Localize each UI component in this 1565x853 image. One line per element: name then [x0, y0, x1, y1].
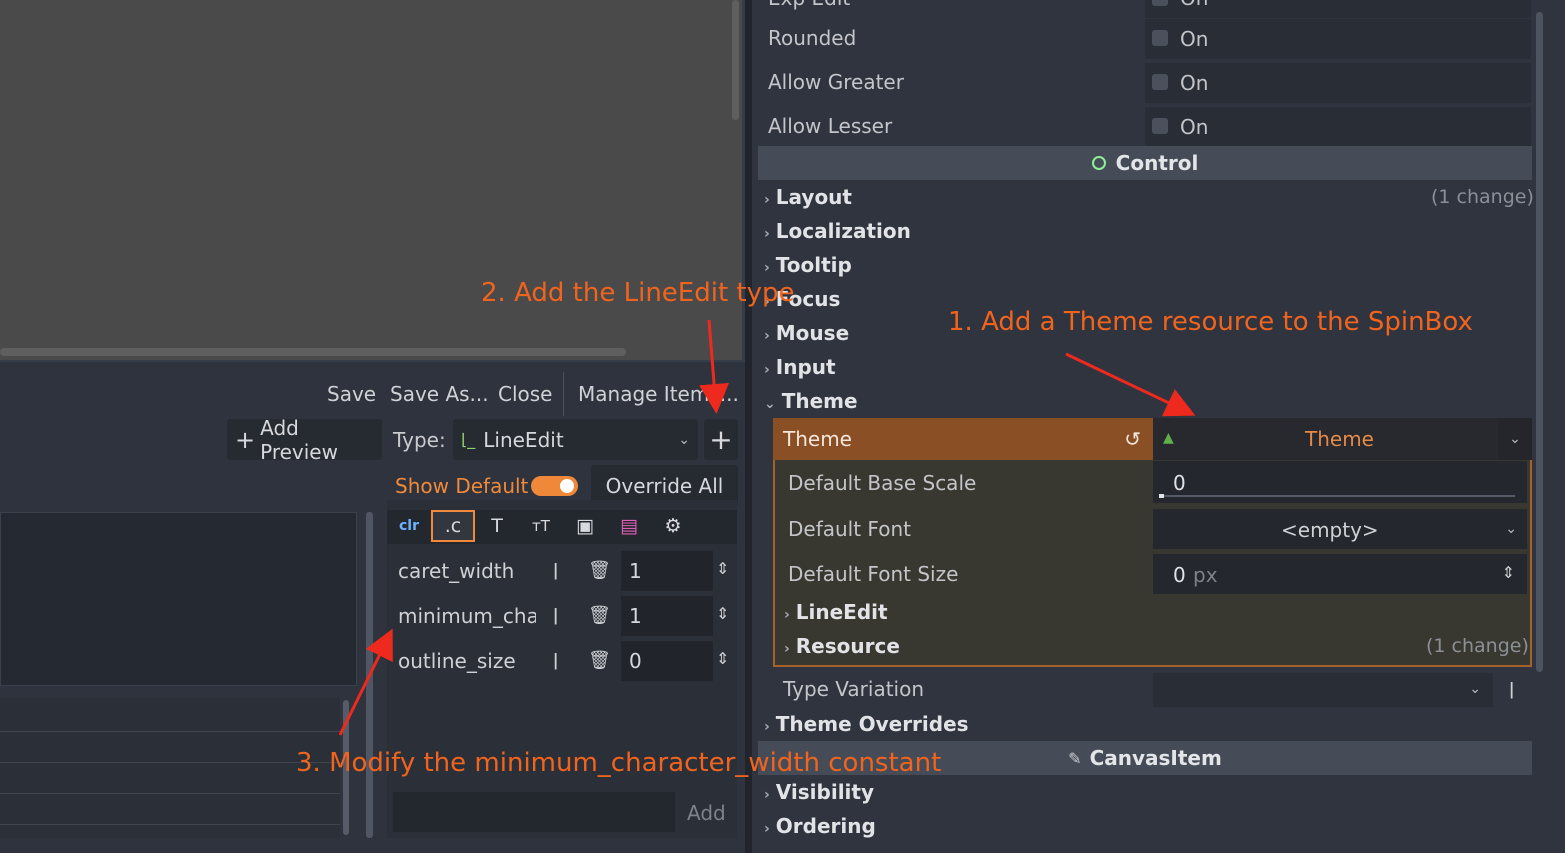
arrow-step3: [338, 628, 393, 736]
arrow-step2: [699, 319, 730, 414]
annotation-arrows: [338, 319, 1196, 736]
arrow-step1: [1065, 352, 1196, 417]
